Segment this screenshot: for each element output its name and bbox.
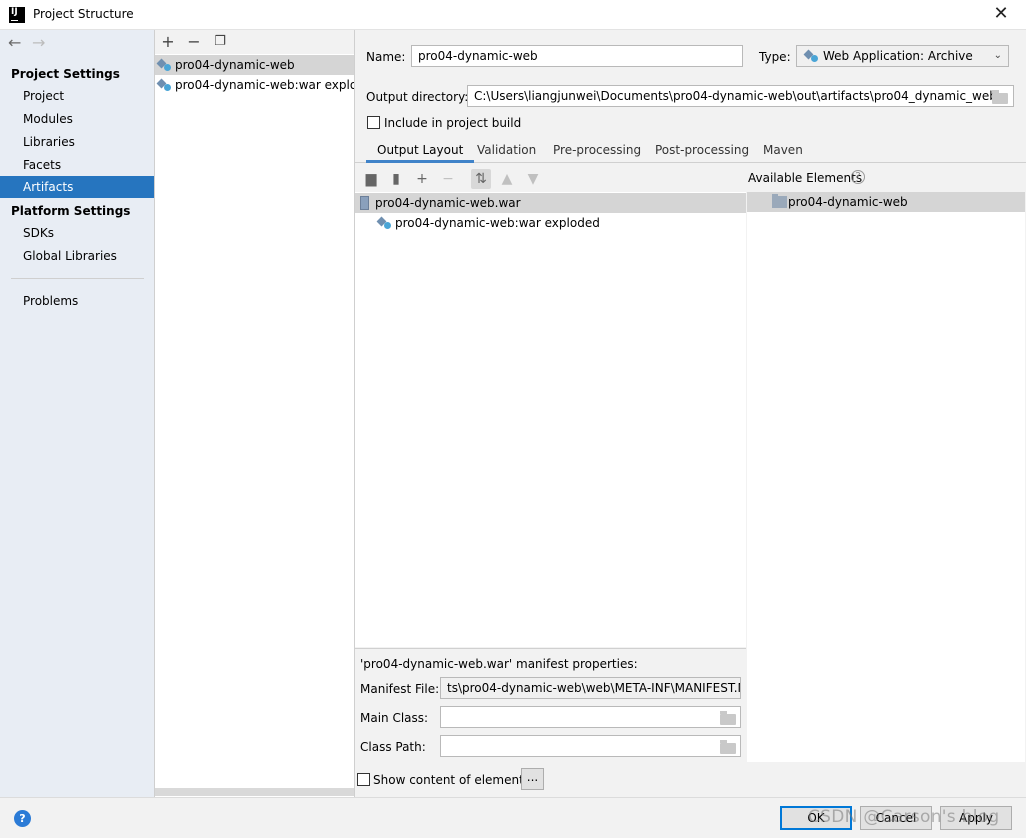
artifact-item[interactable]: pro04-dynamic-web:war exploded xyxy=(155,75,354,95)
add-copy-of-icon[interactable]: + xyxy=(412,169,432,189)
output-directory-label: Output directory: xyxy=(366,90,469,104)
output-layout-toolbar: ▆ ▮ + − ⇅ ▲ ▼ xyxy=(355,167,745,191)
web-artifact-icon xyxy=(158,78,172,92)
class-path-field[interactable] xyxy=(440,735,741,757)
settings-sidebar: ← → Project Settings Project Modules Libr… xyxy=(0,30,155,797)
sidebar-item-sdks[interactable]: SDKs xyxy=(0,222,154,244)
available-elements-tree: pro04-dynamic-web xyxy=(747,192,1025,762)
show-content-label: Show content of elements xyxy=(373,773,531,787)
available-item[interactable]: pro04-dynamic-web xyxy=(747,192,1025,212)
project-settings-header: Project Settings xyxy=(11,67,120,81)
remove-artifact-icon[interactable]: − xyxy=(184,32,204,52)
include-in-build-label: Include in project build xyxy=(384,116,522,130)
sidebar-item-artifacts[interactable]: Artifacts xyxy=(0,176,154,198)
name-label: Name: xyxy=(366,50,406,64)
intellij-app-icon: IJ xyxy=(9,7,25,23)
remove-element-icon[interactable]: − xyxy=(438,169,458,189)
nav-arrows: ← → xyxy=(8,33,56,52)
type-label: Type: xyxy=(759,50,791,64)
sidebar-item-project[interactable]: Project xyxy=(0,85,154,107)
include-in-build-checkbox[interactable] xyxy=(367,116,380,129)
sidebar-item-facets[interactable]: Facets xyxy=(0,154,154,176)
artifact-item-label: pro04-dynamic-web xyxy=(175,58,295,72)
sidebar-divider xyxy=(11,278,144,279)
create-archive-icon[interactable]: ▮ xyxy=(386,169,406,189)
sort-elements-icon[interactable]: ⇅ xyxy=(471,169,491,189)
title-bar: IJ Project Structure ✕ xyxy=(0,0,1026,30)
manifest-title: 'pro04-dynamic-web.war' manifest propert… xyxy=(360,657,638,671)
tree-item-war[interactable]: pro04-dynamic-web.war xyxy=(355,193,746,213)
tab-output-layout[interactable]: Output Layout xyxy=(366,137,475,163)
tab-pre-processing[interactable]: Pre-processing xyxy=(542,137,652,163)
module-folder-icon xyxy=(772,194,787,208)
web-app-icon xyxy=(805,49,819,63)
watermark-text: CSDN @Carson's blog xyxy=(808,807,1000,827)
horizontal-scrollbar[interactable] xyxy=(155,788,354,796)
manifest-file-field[interactable]: ts\pro04-dynamic-web\web\META-INF\MANIFE… xyxy=(440,677,741,699)
tab-post-processing[interactable]: Post-processing xyxy=(644,137,760,163)
tab-validation[interactable]: Validation xyxy=(466,137,547,163)
sidebar-item-libraries[interactable]: Libraries xyxy=(0,131,154,153)
tree-item-label: pro04-dynamic-web:war exploded xyxy=(395,216,600,230)
browse-folder-icon[interactable] xyxy=(720,740,736,754)
artifacts-toolbar: + − ❐ xyxy=(155,30,354,54)
tab-maven[interactable]: Maven xyxy=(752,137,814,163)
name-field[interactable]: pro04-dynamic-web xyxy=(411,45,743,67)
sidebar-item-problems[interactable]: Problems xyxy=(0,290,154,312)
artifact-item-label: pro04-dynamic-web:war exploded xyxy=(175,78,354,92)
artifact-details-panel: Name: pro04-dynamic-web Type: Web Applic… xyxy=(355,30,1026,797)
browse-folder-icon[interactable] xyxy=(992,90,1008,104)
close-window-button[interactable]: ✕ xyxy=(990,3,1012,25)
web-artifact-icon xyxy=(378,216,392,230)
chevron-down-icon: ⌄ xyxy=(993,50,1002,61)
move-down-icon[interactable]: ▼ xyxy=(523,169,543,189)
browse-folder-icon[interactable] xyxy=(720,711,736,725)
help-button[interactable]: ? xyxy=(14,810,31,827)
show-content-checkbox[interactable] xyxy=(357,773,370,786)
tree-item-exploded[interactable]: pro04-dynamic-web:war exploded xyxy=(355,213,746,233)
back-arrow-icon[interactable]: ← xyxy=(8,33,32,52)
type-dropdown-value: Web Application: Archive xyxy=(823,49,973,63)
available-elements-label: Available Elements xyxy=(748,171,863,185)
show-content-options-button[interactable]: ... xyxy=(521,768,544,790)
manifest-properties-panel: 'pro04-dynamic-web.war' manifest propert… xyxy=(355,648,746,762)
output-directory-field[interactable]: C:\Users\liangjunwei\Documents\pro04-dyn… xyxy=(467,85,1014,107)
artifacts-list-panel: + − ❐ pro04-dynamic-web pro04-dynamic-we… xyxy=(155,30,355,797)
artifact-item[interactable]: pro04-dynamic-web xyxy=(155,55,354,75)
class-path-label: Class Path: xyxy=(360,740,426,754)
type-dropdown[interactable]: Web Application: Archive ⌄ xyxy=(796,45,1009,67)
sidebar-item-modules[interactable]: Modules xyxy=(0,108,154,130)
window-title: Project Structure xyxy=(33,7,134,21)
war-archive-icon xyxy=(360,196,369,210)
platform-settings-header: Platform Settings xyxy=(11,204,131,218)
available-item-label: pro04-dynamic-web xyxy=(788,195,908,209)
manifest-file-label: Manifest File: xyxy=(360,682,440,696)
web-artifact-icon xyxy=(158,58,172,72)
main-class-field[interactable] xyxy=(440,706,741,728)
artifact-tabs: Output Layout Validation Pre-processing … xyxy=(355,137,1026,163)
move-up-icon[interactable]: ▲ xyxy=(497,169,517,189)
create-directory-icon[interactable]: ▆ xyxy=(361,169,381,189)
sidebar-item-global-libraries[interactable]: Global Libraries xyxy=(0,245,154,267)
main-class-label: Main Class: xyxy=(360,711,429,725)
help-circle-icon[interactable]: ? xyxy=(851,170,865,184)
add-artifact-icon[interactable]: + xyxy=(158,32,178,52)
copy-artifact-icon[interactable]: ❐ xyxy=(210,32,230,52)
tree-item-label: pro04-dynamic-web.war xyxy=(375,196,521,210)
output-layout-tree: pro04-dynamic-web.war pro04-dynamic-web:… xyxy=(355,192,746,647)
forward-arrow-icon[interactable]: → xyxy=(32,33,56,52)
